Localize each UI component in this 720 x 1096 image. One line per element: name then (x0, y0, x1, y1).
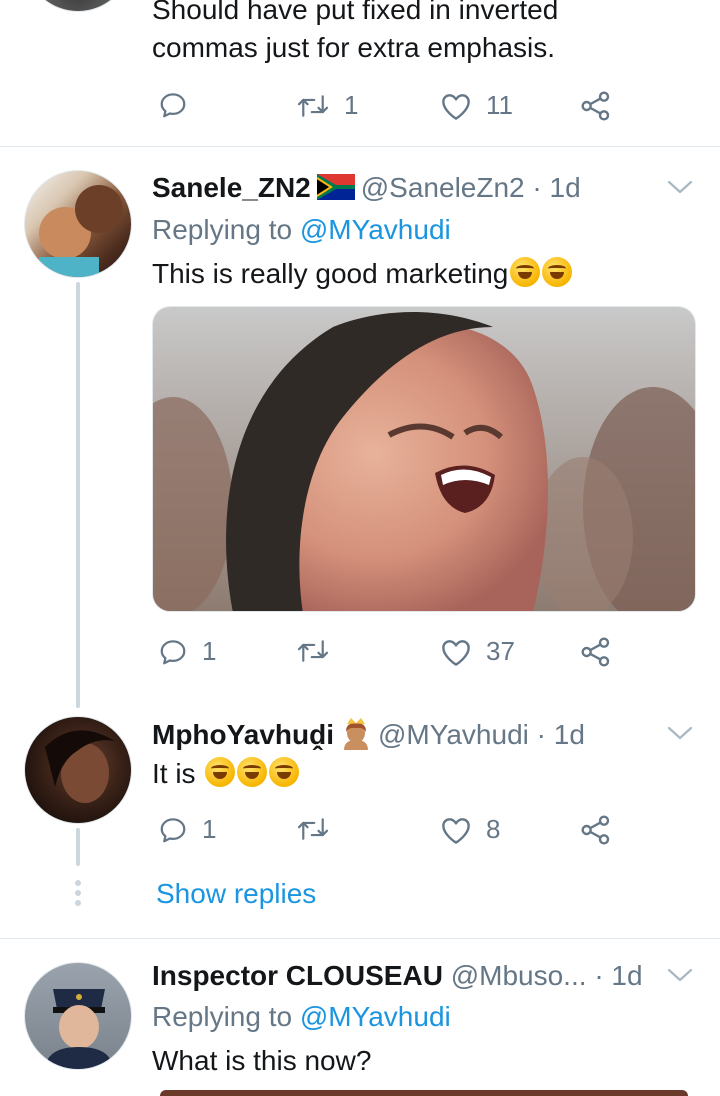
retweet-button-mpho[interactable] (296, 814, 330, 844)
heart-icon (442, 639, 470, 666)
tweet-image-partial[interactable] (160, 1090, 688, 1096)
like-count: 37 (486, 636, 515, 666)
replying-to: Replying to @MYavhudi (152, 214, 451, 245)
retweet-icon (297, 94, 329, 117)
tweet-header-inspector: Inspector CLOUSEAU @Mbuso... · 1d (152, 958, 643, 994)
replying-to-link[interactable]: @MYavhudi (300, 1001, 451, 1032)
replying-to: Replying to @MYavhudi (152, 1001, 451, 1032)
like-button-sanele[interactable]: 37 (440, 636, 515, 667)
chevron-down-icon[interactable] (666, 966, 694, 984)
avatar-inspector[interactable] (24, 962, 132, 1070)
thread-dots (75, 880, 81, 906)
tweet-text-line-2: commas just for extra emphasis. (152, 32, 556, 63)
timestamp[interactable]: · 1d (537, 719, 585, 750)
display-name[interactable]: Inspector CLOUSEAU (152, 960, 443, 991)
rolling-on-floor-laughing-emoji (510, 257, 541, 287)
reply-count: 1 (202, 636, 217, 666)
retweet-icon (297, 640, 329, 662)
like-count-top: 11 (486, 90, 513, 120)
rolling-on-floor-laughing-emoji (205, 757, 236, 787)
timestamp[interactable]: · 1d (532, 172, 580, 203)
retweet-icon (297, 818, 329, 840)
retweet-button-sanele[interactable] (296, 636, 330, 666)
avatar-sanele[interactable] (24, 170, 132, 278)
divider (0, 938, 720, 939)
retweet-button-top[interactable]: 1 (296, 90, 358, 121)
like-button-top[interactable]: 11 (440, 90, 513, 121)
share-icon (581, 815, 610, 845)
share-button-mpho[interactable] (580, 814, 612, 846)
share-button-sanele[interactable] (580, 636, 612, 668)
tweet-header-sanele: Sanele_ZN2 @SaneleZn2 · 1d (152, 170, 581, 206)
tweet-text: It is (152, 756, 300, 792)
chevron-down-icon[interactable] (666, 178, 694, 196)
display-name[interactable]: Sanele_ZN2 (152, 172, 311, 203)
reply-button-sanele[interactable]: 1 (158, 636, 216, 667)
thread-line (76, 828, 80, 866)
reply-button-top[interactable] (158, 90, 188, 120)
tweet-header-mpho: MphoYavhuḓi @MYavhudi · 1d (152, 716, 585, 753)
chevron-down-icon[interactable] (666, 724, 694, 742)
reply-icon (160, 817, 186, 842)
south-africa-flag-emoji (316, 174, 355, 200)
heart-icon (442, 93, 470, 120)
rolling-on-floor-laughing-emoji (237, 757, 268, 787)
tweet-text: This is really good marketing (152, 256, 573, 292)
tweet-text: What is this now? (152, 1045, 372, 1076)
share-icon (581, 91, 610, 121)
reply-count: 1 (202, 814, 217, 844)
reply-icon (160, 639, 186, 664)
handle[interactable]: @SaneleZn2 (361, 172, 525, 203)
display-name[interactable]: MphoYavhuḓi (152, 719, 334, 750)
share-icon (581, 637, 610, 667)
rolling-on-floor-laughing-emoji (269, 757, 300, 787)
avatar-mpho[interactable] (24, 716, 132, 824)
show-replies-link[interactable]: Show replies (156, 876, 316, 912)
princess-emoji (344, 718, 368, 750)
handle[interactable]: @MYavhudi (378, 719, 529, 750)
handle[interactable]: @Mbuso... (451, 960, 587, 991)
thread-line (76, 282, 80, 708)
tweet-text-line-1: Should have put fixed in inverted (152, 0, 559, 25)
divider (0, 146, 720, 147)
retweet-count-top: 1 (344, 90, 359, 120)
reply-icon (160, 93, 186, 118)
replying-to-link[interactable]: @MYavhudi (300, 214, 451, 245)
tweet-image[interactable] (152, 306, 696, 612)
reply-button-mpho[interactable]: 1 (158, 814, 216, 845)
timestamp[interactable]: · 1d (594, 960, 642, 991)
avatar-top-tweet[interactable] (24, 0, 132, 12)
like-count: 8 (486, 814, 501, 844)
like-button-mpho[interactable]: 8 (440, 814, 500, 845)
heart-icon (442, 817, 470, 844)
share-button-top[interactable] (580, 90, 612, 122)
rolling-on-floor-laughing-emoji (542, 257, 573, 287)
